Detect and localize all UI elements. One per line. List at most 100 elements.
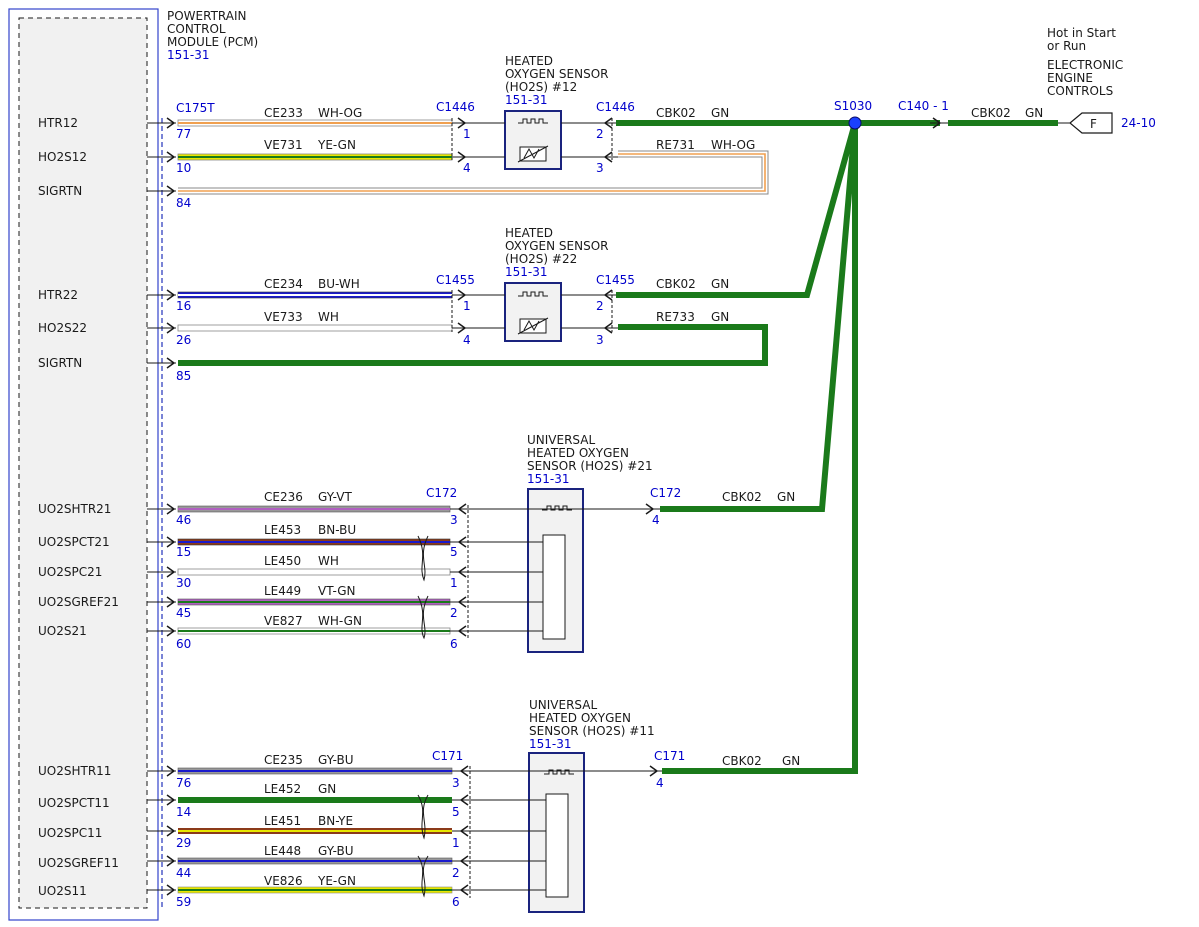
- circuit-id: RE733: [656, 310, 695, 324]
- wire-color: GY-BU: [318, 753, 354, 767]
- pcm-pin-numbers: 77 10 84 16 26 85 46 15 30 45 60 76 14 2…: [176, 127, 191, 909]
- pin-number: 2: [596, 127, 604, 141]
- power-source-name: CONTROLS: [1047, 84, 1113, 98]
- wire-le448: [177, 857, 453, 865]
- connector-id: C171: [432, 749, 463, 763]
- circuit-id: CE234: [264, 277, 303, 291]
- pin-label: SIGRTN: [38, 356, 82, 370]
- sensor-ref: 151-31: [527, 472, 570, 486]
- connector-id: C1455: [436, 273, 475, 287]
- pcm-module: POWERTRAIN CONTROL MODULE (PCM) 151-31 C…: [8, 8, 258, 921]
- pin-number: 4: [652, 513, 660, 527]
- pin-number: 1: [463, 127, 471, 141]
- wire-le452: [178, 797, 452, 803]
- pin-number: 5: [450, 545, 458, 559]
- wire-ce236: [177, 505, 451, 513]
- circuit-id: CE236: [264, 490, 303, 504]
- circuit-id: LE451: [264, 814, 301, 828]
- pin-number: 3: [450, 513, 458, 527]
- fuse-label: F: [1090, 117, 1097, 131]
- power-note: or Run: [1047, 39, 1086, 53]
- wire-color: GN: [782, 754, 800, 768]
- wiring-diagram: POWERTRAIN CONTROL MODULE (PCM) 151-31 C…: [8, 8, 1156, 921]
- circuit-id: VE827: [264, 614, 303, 628]
- pin-number: 4: [463, 161, 471, 175]
- pin-number: 14: [176, 805, 191, 819]
- pin-label: UO2SPCT11: [38, 796, 110, 810]
- pin-label: HTR12: [38, 116, 78, 130]
- sensor-ref: 151-31: [505, 93, 548, 107]
- pin-number: 4: [463, 333, 471, 347]
- connector-id: C1446: [596, 100, 635, 114]
- pin-label: SIGRTN: [38, 184, 82, 198]
- pin-number: 3: [596, 161, 604, 175]
- sensor-title: OXYGEN SENSOR: [505, 67, 608, 81]
- circuit-id: VE731: [264, 138, 303, 152]
- pin-number: 6: [452, 895, 460, 909]
- pin-number: 5: [452, 805, 460, 819]
- connector-id: C172: [426, 486, 457, 500]
- circuit-id: VE733: [264, 310, 303, 324]
- wire-color: GY-BU: [318, 844, 354, 858]
- pcm-ref: 151-31: [167, 48, 210, 62]
- connector-id: C171: [654, 749, 685, 763]
- pin-number: 6: [450, 637, 458, 651]
- pcm-connector: C175T: [176, 101, 215, 115]
- wire-le453: [177, 538, 451, 546]
- sensor-title: (HO2S) #22: [505, 252, 577, 266]
- pin-number: 26: [176, 333, 191, 347]
- sensor-ref: 151-31: [529, 737, 572, 751]
- sensor-title: HEATED OXYGEN: [529, 711, 631, 725]
- pcm-title-1: POWERTRAIN: [167, 9, 247, 23]
- power-source: F 24-10 Hot in Start or Run ELECTRONIC E…: [1047, 26, 1156, 134]
- wire-color: WH-OG: [711, 138, 755, 152]
- wire-le450: [177, 568, 451, 576]
- pin-label: UO2SGREF21: [38, 595, 119, 609]
- wire-color: GN: [1025, 106, 1043, 120]
- wire-ve827: [177, 627, 451, 635]
- wire-color: WH: [318, 554, 339, 568]
- pin-number: 1: [463, 299, 471, 313]
- wire-le449: [177, 598, 451, 606]
- pin-number: 85: [176, 369, 191, 383]
- sensor-ho2s-12: HEATED OXYGEN SENSOR (HO2S) #12 151-31 C…: [436, 54, 635, 175]
- pin-number: 3: [452, 776, 460, 790]
- pin-label: UO2SPC11: [38, 826, 102, 840]
- wire-ce234: [177, 291, 453, 299]
- pcm-title-2: CONTROL: [167, 22, 226, 36]
- wire-ce233: [177, 119, 453, 127]
- pin-number: 15: [176, 545, 191, 559]
- sensor-title: UNIVERSAL: [529, 698, 597, 712]
- pin-label: HO2S22: [38, 321, 87, 335]
- sensor-title: OXYGEN SENSOR: [505, 239, 608, 253]
- wire-color: YE-GN: [317, 138, 356, 152]
- wire-color: YE-GN: [317, 874, 356, 888]
- circuit-id: CBK02: [722, 490, 762, 504]
- sensor-title: HEATED: [505, 54, 553, 68]
- splice-label: S1030: [834, 99, 872, 113]
- circuit-id: CBK02: [656, 106, 696, 120]
- pin-number: 77: [176, 127, 191, 141]
- sensor-ref: 151-31: [505, 265, 548, 279]
- pin-number: 1: [452, 836, 460, 850]
- circuit-id: LE448: [264, 844, 301, 858]
- circuit-id: CE233: [264, 106, 303, 120]
- circuit-id: VE826: [264, 874, 303, 888]
- wire-color: GN: [318, 782, 336, 796]
- pin-number: 60: [176, 637, 191, 651]
- circuit-id: CBK02: [971, 106, 1011, 120]
- pin-number: 84: [176, 196, 191, 210]
- page-ref: 24-10: [1121, 116, 1156, 130]
- pin-number: 10: [176, 161, 191, 175]
- wire-color: WH-OG: [318, 106, 362, 120]
- wire-color: WH: [318, 310, 339, 324]
- pin-number: 46: [176, 513, 191, 527]
- wire-color: BN-YE: [318, 814, 353, 828]
- pin-label: UO2SPCT21: [38, 535, 110, 549]
- right-wires: [616, 120, 1058, 774]
- circuit-id: CBK02: [722, 754, 762, 768]
- sensor-uho2s-21: UNIVERSAL HEATED OXYGEN SENSOR (HO2S) #2…: [426, 433, 681, 653]
- circuit-id: LE450: [264, 554, 301, 568]
- wire-color: BN-BU: [318, 523, 356, 537]
- connector-id: C1446: [436, 100, 475, 114]
